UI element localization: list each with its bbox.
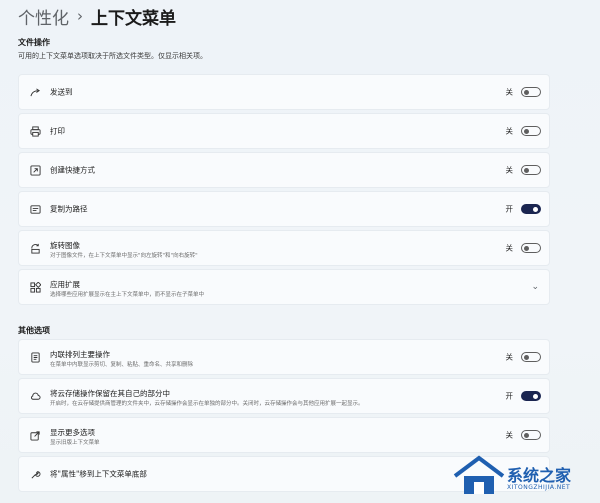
breadcrumb-separator: › [77,7,83,25]
toggle-knob [524,245,529,251]
toggle-switch[interactable] [521,87,541,97]
setting-label: 将"属性"移到上下文菜单底部 [50,469,147,479]
setting-cloud-section[interactable]: 将云存储操作保留在其自己的部分中 开启时，在云存储提供商管理的文件夹中，云存储操… [18,378,550,414]
toggle-switch[interactable] [521,204,541,214]
setting-description: 开启时，在云存储提供商管理的文件夹中，云存储操作会显示在单独的部分中。关闭时，云… [50,401,364,407]
more-options-icon [29,429,41,441]
page-title: 上下文菜单 [91,8,176,29]
shortcut-icon [29,164,41,176]
setting-description: 选择哪些应用扩展显示在主上下文菜单中，而不显示在子菜单中 [50,292,205,298]
toggle-switch[interactable] [521,243,541,253]
setting-label: 打印 [50,126,65,136]
list-icon [29,351,41,363]
setting-rotate-image[interactable]: 旋转图像 对于图像文件，在上下文菜单中显示"向左旋转"和"向右旋转" 关 [18,230,550,266]
toggle-knob [533,206,538,212]
toggle-knob [524,167,529,173]
share-icon [29,86,41,98]
setting-label: 内联排列主要操作 [50,350,110,359]
toggle-state: 关 [505,430,514,440]
setting-app-extensions[interactable]: 应用扩展 选择哪些应用扩展显示在主上下文菜单中，而不显示在子菜单中 ⌄ [18,269,550,305]
breadcrumb-parent[interactable]: 个性化 [18,4,69,29]
wrench-icon [29,468,41,480]
setting-label: 将云存储操作保留在其自己的部分中 [50,389,170,398]
setting-description: 对于图像文件，在上下文菜单中显示"向左旋转"和"向右旋转" [50,253,198,259]
toggle-state: 关 [505,87,514,97]
rotate-icon [29,242,41,254]
toggle-knob [524,432,529,438]
apps-icon [29,281,41,293]
toggle-knob [524,354,529,360]
toggle-state: 关 [505,352,514,362]
setting-description: 在菜单中内联显示剪切、复制、粘贴、重命名、共享和删除 [50,362,194,368]
setting-label: 创建快捷方式 [50,165,95,175]
toggle-state: 关 [505,165,514,175]
section-title-file-ops: 文件操作 [18,38,50,47]
setting-create-shortcut[interactable]: 创建快捷方式 关 [18,152,550,188]
toggle-switch[interactable] [521,430,541,440]
printer-icon [29,125,41,137]
watermark-subtext: XITONGZHIJIA.NET [507,484,571,491]
cloud-icon [29,390,41,402]
setting-inline-actions[interactable]: 内联排列主要操作 在菜单中内联显示剪切、复制、粘贴、重命名、共享和删除 关 [18,339,550,375]
toggle-knob [533,393,538,399]
setting-copy-as-path[interactable]: 复制为路径 开 [18,191,550,227]
setting-label: 应用扩展 [50,280,80,289]
section-description: 可用的上下文菜单选项取决于所选文件类型。仅显示相关项。 [18,52,207,60]
breadcrumb: 个性化 › 上下文菜单 [18,4,176,29]
setting-label: 显示更多选项 [50,428,95,437]
setting-label: 复制为路径 [50,204,88,214]
toggle-knob [524,128,529,134]
toggle-switch[interactable] [521,391,541,401]
toggle-state: 关 [505,243,514,253]
toggle-knob [524,89,529,95]
toggle-state: 关 [505,126,514,136]
toggle-switch[interactable] [521,126,541,136]
toggle-state: 开 [505,391,514,401]
setting-description: 显示旧版上下文菜单 [50,440,100,446]
toggle-state: 开 [505,204,514,214]
setting-label: 旋转图像 [50,241,80,250]
toggle-switch[interactable] [521,352,541,362]
copy-path-icon [29,203,41,215]
setting-label: 发送到 [50,87,73,97]
section-title-other: 其他选项 [18,326,50,335]
house-logo-icon [453,455,505,494]
toggle-switch[interactable] [521,165,541,175]
watermark-text: 系统之家 [507,466,572,485]
setting-send-to[interactable]: 发送到 关 [18,74,550,110]
chevron-down-icon[interactable]: ⌄ [531,282,539,292]
setting-print[interactable]: 打印 关 [18,113,550,149]
watermark-logo: 系统之家 XITONGZHIJIA.NET [450,448,600,503]
